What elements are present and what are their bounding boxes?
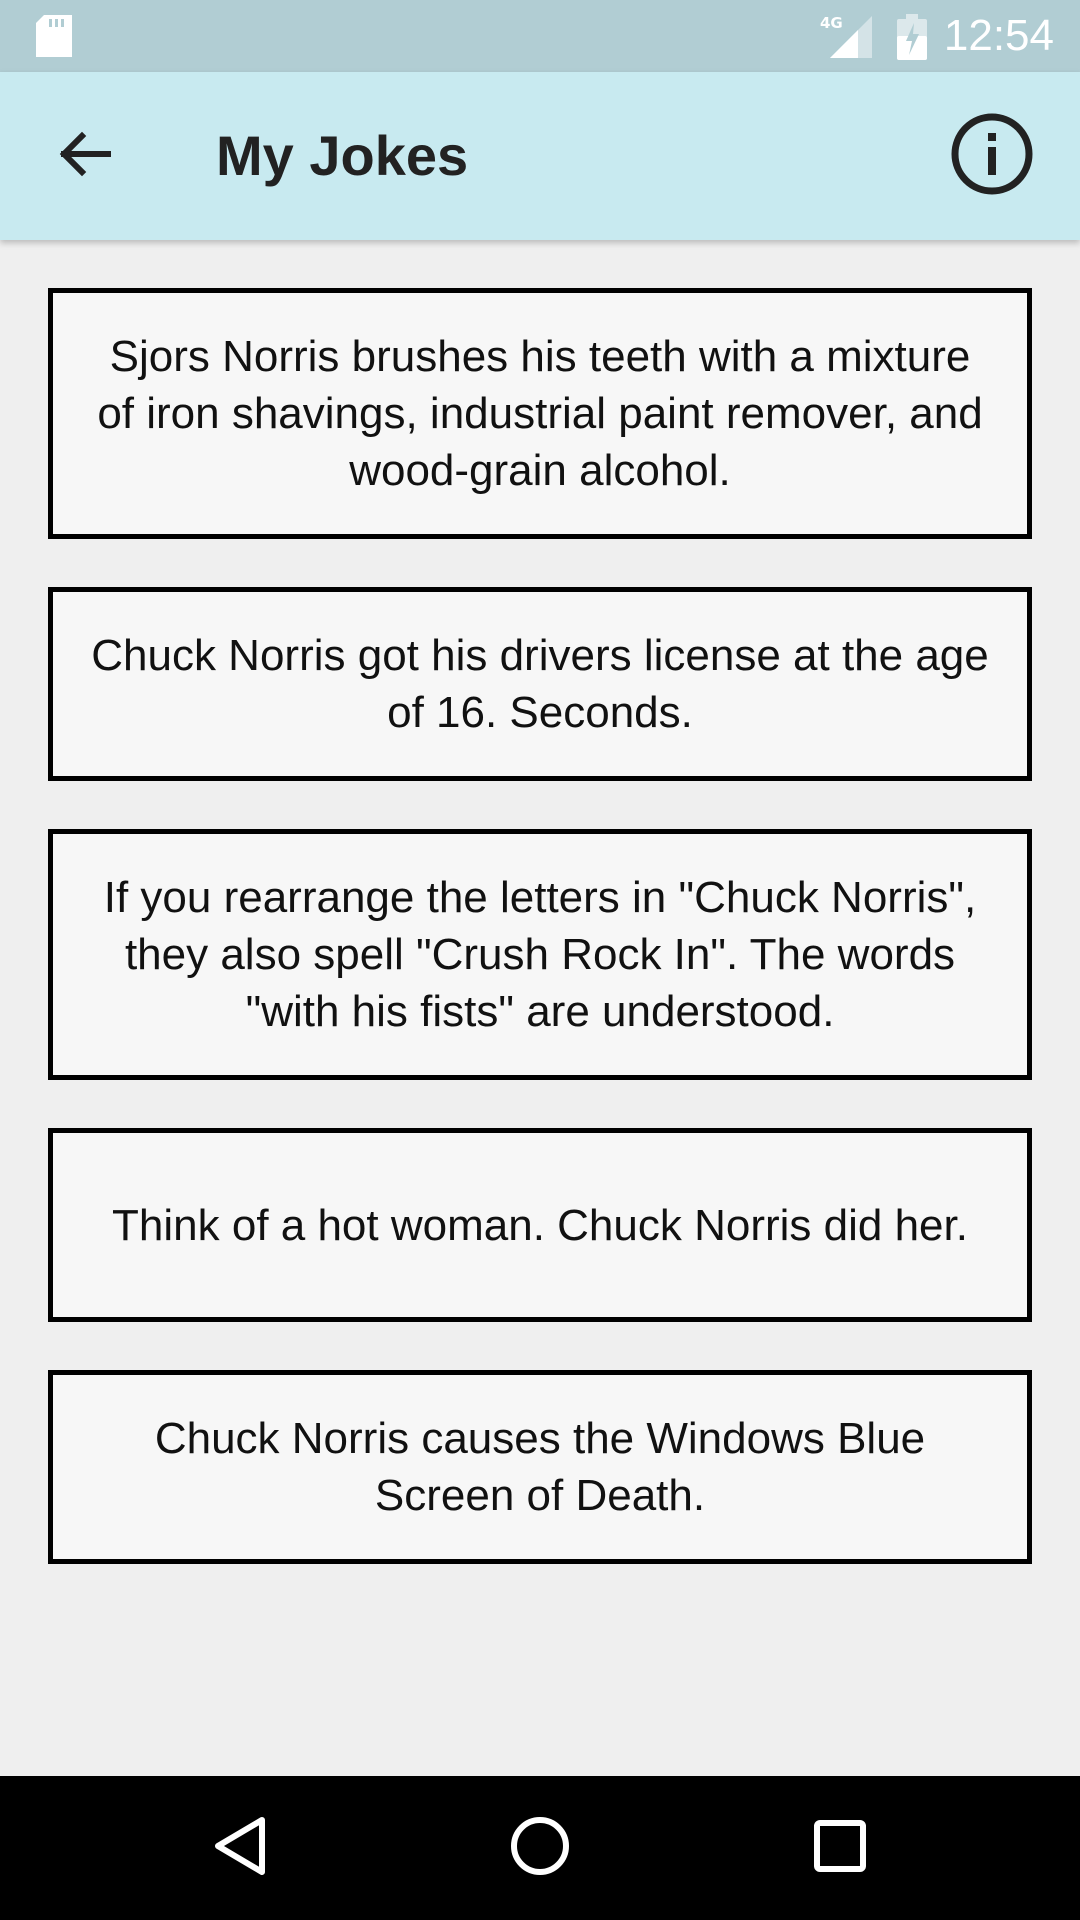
navigation-bar [0, 1776, 1080, 1920]
recents-square-icon [812, 1818, 868, 1879]
joke-card[interactable]: Chuck Norris got his drivers license at … [48, 587, 1032, 781]
sd-card-icon [36, 15, 72, 62]
joke-card[interactable]: Think of a hot woman. Chuck Norris did h… [48, 1128, 1032, 1322]
app-bar: My Jokes [0, 72, 1080, 240]
network-type-label: 4G [820, 14, 843, 32]
cellular-signal-icon: 4G [820, 14, 876, 63]
joke-text: Chuck Norris causes the Windows Blue Scr… [154, 1414, 926, 1520]
page-title: My Jokes [216, 124, 469, 187]
back-button[interactable] [44, 116, 124, 196]
joke-text: Think of a hot woman. Chuck Norris did h… [112, 1200, 968, 1250]
info-icon [950, 112, 1034, 201]
joke-text: Chuck Norris got his drivers license at … [91, 631, 989, 737]
nav-recents-button[interactable] [790, 1798, 890, 1898]
info-button[interactable] [950, 112, 1034, 201]
joke-text: Sjors Norris brushes his teeth with a mi… [97, 332, 983, 495]
nav-home-button[interactable] [490, 1798, 590, 1898]
joke-card[interactable]: If you rearrange the letters in "Chuck N… [48, 829, 1032, 1080]
status-time: 12:54 [943, 11, 1054, 60]
joke-card[interactable]: Chuck Norris causes the Windows Blue Scr… [48, 1370, 1032, 1564]
back-triangle-icon [210, 1814, 270, 1883]
status-bar: 4G 12:54 [0, 0, 1080, 72]
nav-back-button[interactable] [190, 1798, 290, 1898]
battery-icon [897, 14, 927, 65]
joke-card[interactable]: Sjors Norris brushes his teeth with a mi… [48, 288, 1032, 539]
joke-text: If you rearrange the letters in "Chuck N… [103, 873, 977, 1036]
arrow-back-icon [56, 130, 112, 183]
home-circle-icon [508, 1814, 572, 1883]
